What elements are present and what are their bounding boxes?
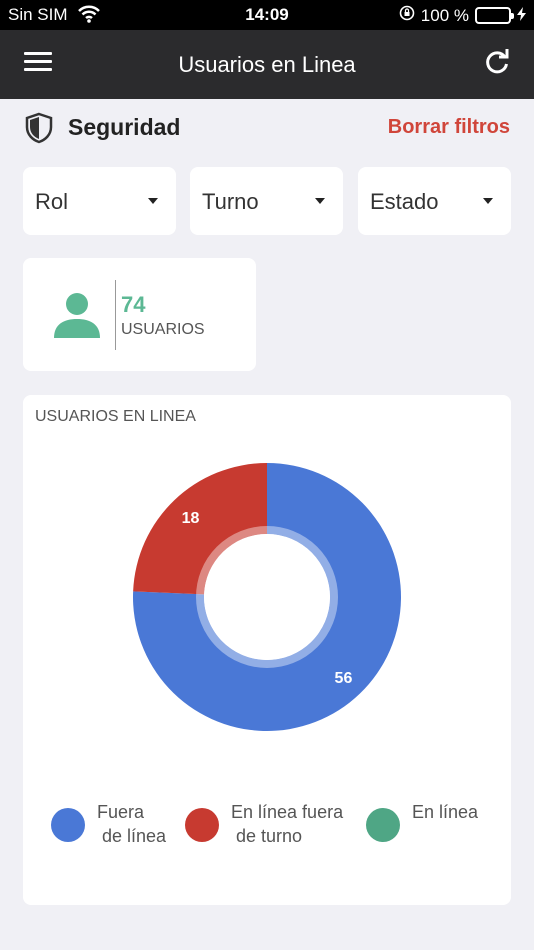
battery-icon	[475, 7, 514, 24]
donut-data-label-1: 18	[182, 510, 200, 527]
online-users-chart-card: USUARIOS EN LINEA 56 18 Fuera de línea En…	[23, 395, 511, 905]
caret-down-icon	[148, 198, 158, 204]
page-title: Usuarios en Linea	[178, 52, 356, 77]
donut-data-label-0: 56	[335, 670, 353, 687]
users-summary-card[interactable]: 74 USUARIOS	[23, 258, 256, 371]
legend-swatch-online	[366, 808, 400, 842]
legend-label-online-off-shift: En línea fuera de turno	[231, 802, 344, 846]
legend-swatch-online-off-shift	[185, 808, 219, 842]
shield-icon	[24, 112, 54, 149]
caret-down-icon	[483, 198, 493, 204]
users-label: USUARIOS	[121, 321, 205, 338]
refresh-icon[interactable]	[484, 48, 510, 81]
filter-role-label: Rol	[35, 189, 69, 214]
legend-item-online[interactable]: En línea	[366, 800, 478, 842]
user-avatar-icon	[53, 292, 101, 345]
legend-label-offline: Fuera de línea	[97, 802, 167, 846]
status-bar: Sin SIM 14:09 100 %	[0, 0, 534, 30]
legend-item-online-off-shift[interactable]: En línea fuera de turno	[185, 800, 343, 848]
charging-bolt-icon	[517, 6, 526, 26]
filter-shift-dropdown[interactable]: Turno	[190, 167, 343, 235]
legend-item-offline[interactable]: Fuera de línea	[51, 800, 166, 848]
section-header: Seguridad Borrar filtros	[24, 110, 510, 146]
users-count: 74	[121, 292, 146, 317]
donut-hole	[204, 534, 330, 660]
filter-status-label: Estado	[370, 189, 439, 214]
orientation-lock-icon	[399, 5, 415, 26]
clear-filters-button[interactable]: Borrar filtros	[388, 116, 510, 139]
filter-status-dropdown[interactable]: Estado	[358, 167, 511, 235]
filter-role-dropdown[interactable]: Rol	[23, 167, 176, 235]
donut-chart: 56 18	[132, 463, 402, 731]
filter-shift-label: Turno	[202, 189, 259, 214]
legend-swatch-offline	[51, 808, 85, 842]
legend-label-online: En línea	[412, 802, 479, 822]
caret-down-icon	[315, 198, 325, 204]
section-title: Seguridad	[68, 114, 181, 140]
battery-percent: 100 %	[420, 5, 469, 25]
card-divider	[115, 280, 116, 350]
navigation-bar: Usuarios en Linea	[0, 30, 534, 99]
